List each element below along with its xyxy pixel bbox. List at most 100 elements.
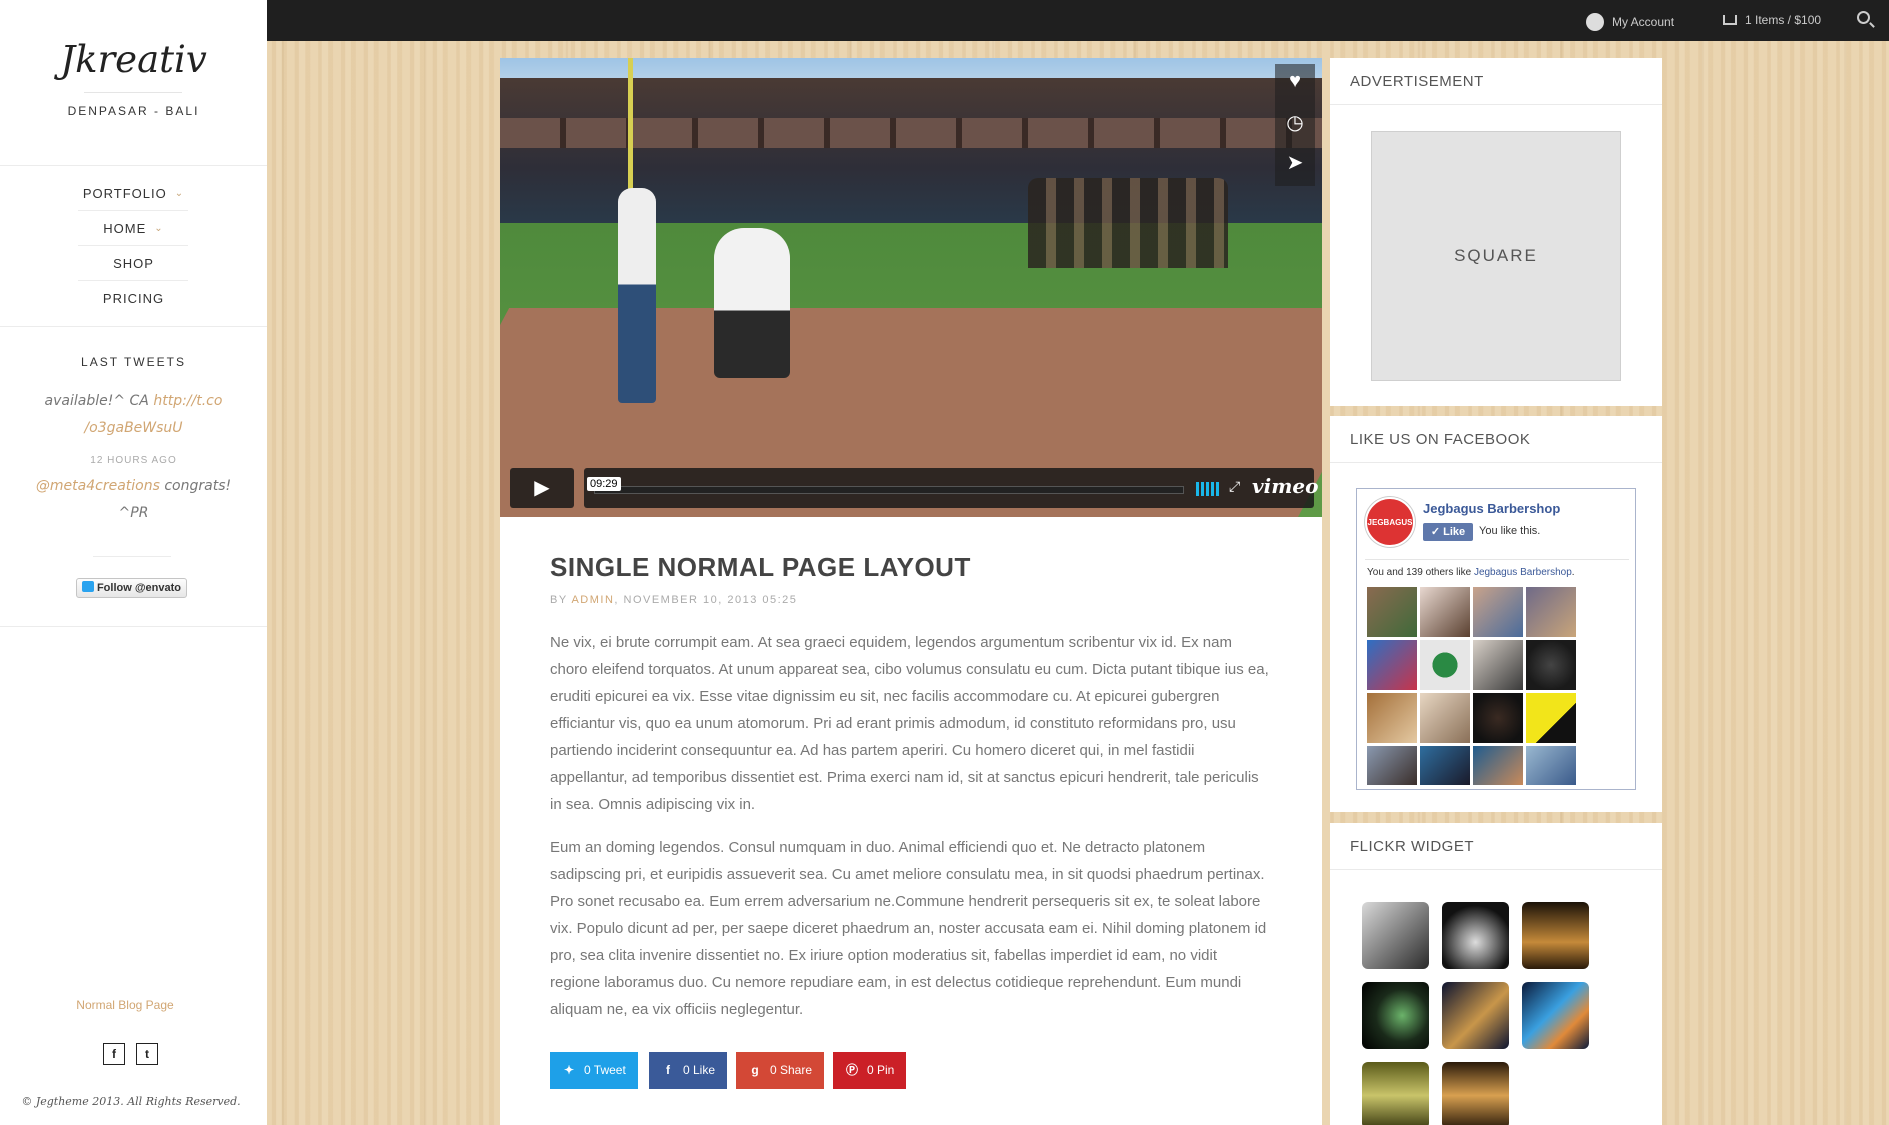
- play-button[interactable]: ▶: [510, 468, 574, 508]
- tweet-link[interactable]: /o3gaBeWsuU: [84, 420, 182, 436]
- fb-like-button[interactable]: ✓ Like: [1423, 523, 1473, 541]
- nav-divider: [78, 245, 188, 246]
- my-account-link[interactable]: My Account: [1586, 13, 1674, 31]
- logo-divider: [84, 92, 182, 93]
- share-label: 0 Like: [683, 1063, 716, 1077]
- fan-avatar[interactable]: [1473, 693, 1523, 743]
- video-controls: 09:29 ⤢ vimeo: [584, 468, 1318, 508]
- site-tagline: DENPASAR - BALI: [67, 104, 200, 118]
- like-share-button[interactable]: f 0 Like: [649, 1052, 728, 1089]
- fan-avatar[interactable]: [1526, 587, 1576, 637]
- tweet-timestamp: 12 HOURS AGO: [90, 455, 177, 466]
- nav-item-pricing[interactable]: PRICING: [0, 291, 267, 306]
- video-frame-crowd: [1028, 178, 1228, 268]
- pin-share-button[interactable]: Ⓟ 0 Pin: [833, 1052, 907, 1089]
- fan-avatar[interactable]: [1473, 587, 1523, 637]
- fan-avatar[interactable]: [1367, 746, 1417, 785]
- video-timecode: 09:29: [587, 477, 621, 491]
- fan-avatar[interactable]: [1420, 746, 1470, 785]
- video-player[interactable]: ♥ ◷ ➤ ▶ 09:29 ⤢ vimeo: [500, 58, 1322, 517]
- tweet-body: available!^ CA: [44, 393, 154, 409]
- video-progress-bar[interactable]: 09:29: [587, 477, 1184, 494]
- meta-prefix: BY: [550, 594, 572, 606]
- flickr-photo[interactable]: [1442, 1062, 1509, 1125]
- flickr-photo[interactable]: [1522, 902, 1589, 969]
- post-paragraph: Eum an doming legendos. Consul numquam i…: [550, 839, 1267, 1018]
- widget-divider: [1330, 104, 1662, 105]
- fb-like-label: Like: [1443, 526, 1466, 538]
- nav-divider: [78, 280, 188, 281]
- flickr-widget: FLICKR WIDGET: [1330, 823, 1662, 1125]
- fan-avatar[interactable]: [1367, 693, 1417, 743]
- nav-item-label: HOME: [103, 221, 147, 236]
- chevron-down-icon: ⌄: [174, 188, 185, 199]
- google-plus-icon: g: [751, 1063, 759, 1077]
- widget-divider: [1330, 462, 1662, 463]
- post-author-link[interactable]: ADMIN: [571, 594, 614, 606]
- tweet-mention[interactable]: @meta4creations: [36, 478, 160, 494]
- fb-divider: [1365, 559, 1629, 560]
- tweet-link[interactable]: http://t.co: [153, 393, 222, 409]
- google-plus-share-button[interactable]: g 0 Share: [736, 1052, 825, 1089]
- footer-blog-link[interactable]: Normal Blog Page: [0, 998, 250, 1012]
- nav-item-label: PORTFOLIO: [82, 186, 167, 201]
- flickr-photo[interactable]: [1442, 982, 1509, 1049]
- tweet-share-button[interactable]: ✦ 0 Tweet: [550, 1052, 638, 1089]
- fan-avatar[interactable]: [1367, 587, 1417, 637]
- fan-avatar[interactable]: [1420, 693, 1470, 743]
- cart-label: 1 Items / $100: [1745, 13, 1822, 27]
- nav-item-home[interactable]: HOME ⌄: [0, 221, 267, 236]
- facebook-icon: f: [666, 1063, 670, 1077]
- main-content: ♥ ◷ ➤ ▶ 09:29 ⤢ vimeo SINGLE NORMAL PAGE…: [500, 58, 1322, 1125]
- fan-avatar[interactable]: [1526, 693, 1576, 743]
- fan-avatar[interactable]: [1473, 640, 1523, 690]
- site-logo[interactable]: Jkreativ: [0, 38, 267, 81]
- widget-divider: [1330, 869, 1662, 870]
- twitter-icon: ✦: [563, 1063, 575, 1077]
- vimeo-logo[interactable]: vimeo: [1252, 474, 1318, 498]
- volume-icon[interactable]: [1196, 482, 1220, 496]
- fb-page-name[interactable]: Jegbagus Barbershop: [1423, 501, 1560, 516]
- follow-button[interactable]: Follow @envato: [76, 578, 187, 598]
- tweets-divider: [93, 556, 171, 557]
- flickr-photo[interactable]: [1522, 982, 1589, 1049]
- search-icon[interactable]: [1857, 11, 1870, 24]
- flickr-photo[interactable]: [1362, 902, 1429, 969]
- fb-others-suffix: .: [1571, 567, 1575, 578]
- tweets-heading: LAST TWEETS: [81, 355, 186, 369]
- clock-icon[interactable]: ◷: [1275, 110, 1315, 135]
- post-title: SINGLE NORMAL PAGE LAYOUT: [550, 552, 971, 582]
- nav-item-shop[interactable]: SHOP: [0, 256, 267, 271]
- fb-others-page-link[interactable]: Jegbagus Barbershop: [1474, 567, 1572, 578]
- page-logo[interactable]: JEGBAGUS: [1365, 497, 1415, 547]
- flickr-photo[interactable]: [1442, 902, 1509, 969]
- fb-others-text: You and 139 others like Jegbagus Barbers…: [1367, 567, 1575, 578]
- fan-avatar[interactable]: [1420, 640, 1470, 690]
- tweet-body: congrats!: [159, 478, 232, 494]
- share-label: 0 Pin: [867, 1063, 895, 1077]
- fan-avatar[interactable]: [1526, 746, 1576, 785]
- fb-others-prefix: You and 139 others like: [1367, 567, 1474, 578]
- fan-avatar[interactable]: [1367, 640, 1417, 690]
- post-paragraph: Ne vix, ei brute corrumpit eam. At sea g…: [550, 634, 1269, 813]
- fan-avatar[interactable]: [1473, 746, 1523, 785]
- ad-placeholder[interactable]: SQUARE: [1371, 131, 1621, 381]
- nav-item-portfolio[interactable]: PORTFOLIO ⌄: [0, 186, 267, 201]
- sidebar-divider: [0, 165, 267, 166]
- twitter-icon[interactable]: t: [136, 1043, 158, 1065]
- video-frame-person: [618, 188, 656, 403]
- send-icon[interactable]: ➤: [1275, 150, 1315, 175]
- facebook-icon[interactable]: f: [103, 1043, 125, 1065]
- top-bar: My Account 1 Items / $100: [267, 0, 1889, 41]
- left-sidebar: Jkreativ DENPASAR - BALI PORTFOLIO ⌄ HOME…: [0, 0, 267, 1125]
- flickr-photo[interactable]: [1362, 1062, 1429, 1125]
- heart-icon[interactable]: ♥: [1275, 70, 1315, 93]
- cart-link[interactable]: 1 Items / $100: [1723, 13, 1821, 27]
- flickr-photo[interactable]: [1362, 982, 1429, 1049]
- tweet-signature: ^PR: [118, 505, 149, 521]
- widget-title: LIKE US ON FACEBOOK: [1350, 431, 1531, 448]
- fan-avatar[interactable]: [1420, 587, 1470, 637]
- fan-avatar[interactable]: [1526, 640, 1576, 690]
- fullscreen-icon[interactable]: ⤢: [1229, 478, 1240, 495]
- video-frame-person: [714, 228, 790, 378]
